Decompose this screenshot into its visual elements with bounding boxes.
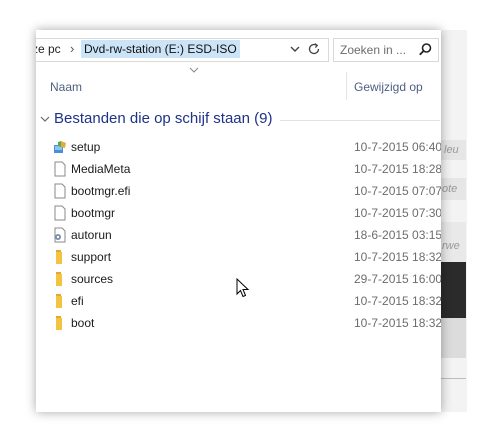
setup-app-icon <box>54 141 66 153</box>
group-divider <box>280 120 440 121</box>
file-date: 29-7-2015 16:00 <box>354 272 441 286</box>
file-date: 10-7-2015 18:28 <box>354 162 441 176</box>
file-name: sources <box>71 272 114 286</box>
file-name: bootmgr <box>71 206 116 220</box>
background-text: ote <box>442 183 458 195</box>
file-name: bootmgr.efi <box>71 184 131 198</box>
file-icon <box>54 183 66 199</box>
file-date: 10-7-2015 07:07 <box>354 184 441 198</box>
file-explorer-window: ze pc › Dvd-rw-station (E:) ESD-ISO Zoek… <box>36 30 441 412</box>
search-box[interactable]: Zoeken in ... <box>333 38 439 62</box>
breadcrumb-separator-icon[interactable]: › <box>70 41 74 56</box>
background-text: rwe <box>442 240 460 252</box>
folder-icon <box>56 272 62 286</box>
file-name: MediaMeta <box>71 162 131 176</box>
file-name: setup <box>71 140 101 154</box>
file-name: autorun <box>71 228 112 242</box>
address-bar[interactable]: ze pc › Dvd-rw-station (E:) ESD-ISO <box>36 38 329 62</box>
chevron-down-icon[interactable] <box>288 42 302 56</box>
search-input[interactable]: Zoeken in ... <box>340 43 406 57</box>
list-item-mediameta[interactable]: MediaMeta 10-7-2015 18:28 <box>36 158 441 180</box>
autorun-settings-icon <box>54 227 66 243</box>
background-panel <box>440 318 466 358</box>
file-name: efi <box>71 294 84 308</box>
breadcrumb-current-location[interactable]: Dvd-rw-station (E:) ESD-ISO <box>81 40 240 58</box>
file-icon <box>54 205 66 221</box>
list-item-bootmgr[interactable]: bootmgr 10-7-2015 07:30 <box>36 202 441 224</box>
background-text: leu <box>444 144 459 156</box>
file-date: 10-7-2015 06:40 <box>354 140 441 154</box>
column-header-date-modified[interactable]: Gewijzigd op <box>354 80 423 94</box>
group-header[interactable]: Bestanden die op schijf staan (9) <box>40 110 440 130</box>
file-name: boot <box>71 316 95 330</box>
file-name: support <box>71 250 112 264</box>
chevron-down-icon[interactable] <box>40 115 50 123</box>
refresh-icon[interactable] <box>306 41 322 57</box>
list-item-boot[interactable]: boot 10-7-2015 18:32 <box>36 312 441 334</box>
breadcrumb-this-pc[interactable]: ze pc <box>36 42 61 56</box>
mouse-pointer-icon <box>236 278 250 298</box>
folder-icon <box>56 294 62 308</box>
background-dark-panel <box>440 262 466 318</box>
file-date: 10-7-2015 18:32 <box>354 250 441 264</box>
list-item-setup[interactable]: setup 10-7-2015 06:40 <box>36 136 441 158</box>
column-header-name[interactable]: Naam <box>50 80 82 94</box>
list-item-autorun[interactable]: autorun 18-6-2015 03:15 <box>36 224 441 246</box>
file-date: 10-7-2015 07:30 <box>354 206 441 220</box>
file-date: 18-6-2015 03:15 <box>354 228 441 242</box>
list-item-bootmgr-efi[interactable]: bootmgr.efi 10-7-2015 07:07 <box>36 180 441 202</box>
column-divider[interactable] <box>346 72 347 100</box>
folder-icon <box>56 316 62 330</box>
search-icon[interactable] <box>418 42 433 57</box>
group-title: Bestanden die op schijf staan (9) <box>54 110 273 127</box>
file-icon <box>54 161 66 177</box>
list-item-support[interactable]: support 10-7-2015 18:32 <box>36 246 441 268</box>
folder-icon <box>56 250 62 264</box>
file-date: 10-7-2015 18:32 <box>354 294 441 308</box>
sort-chevron-icon <box>189 67 199 73</box>
background-divider <box>440 378 466 379</box>
file-date: 10-7-2015 18:32 <box>354 316 441 330</box>
